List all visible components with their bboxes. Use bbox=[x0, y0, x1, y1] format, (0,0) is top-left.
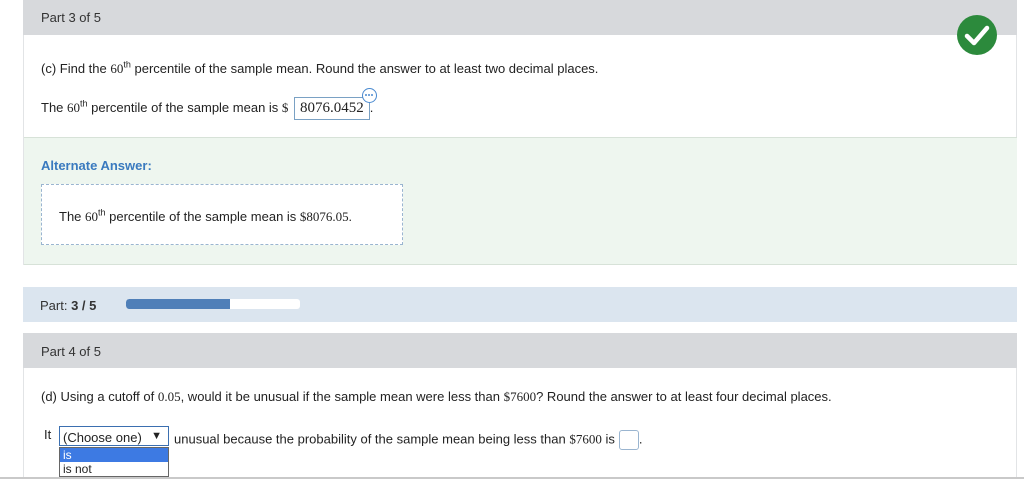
check-circle-icon bbox=[957, 15, 997, 55]
alternate-answer-title: Alternate Answer: bbox=[41, 158, 152, 173]
alternate-answer-box: The 60th percentile of the sample mean i… bbox=[41, 184, 403, 245]
part-progress: Part: 3 / 5 bbox=[23, 287, 1017, 322]
dropdown-arrow-icon: ▼ bbox=[151, 430, 162, 442]
more-options-icon[interactable] bbox=[361, 88, 377, 103]
part4-title: Part 4 of 5 bbox=[41, 344, 101, 359]
probability-input[interactable] bbox=[618, 430, 639, 450]
progress-bar bbox=[126, 299, 300, 309]
part3-title: Part 3 of 5 bbox=[41, 10, 101, 25]
option-is[interactable]: is bbox=[60, 448, 168, 462]
part4-answer-text: unusual because the probability of the s… bbox=[174, 430, 642, 450]
part3-question: (c) Find the 60th percentile of the samp… bbox=[41, 59, 599, 76]
option-is-not[interactable]: is not bbox=[60, 462, 168, 476]
choice-dropdown-list: is is not bbox=[59, 447, 169, 477]
part4-question: (d) Using a cutoff of 0.05, would it be … bbox=[41, 389, 832, 404]
part3-header: Part 3 of 5 bbox=[23, 0, 1017, 35]
usual-choice-select[interactable]: (Choose one) ▼ bbox=[59, 426, 169, 446]
progress-bar-fill bbox=[126, 299, 231, 309]
select-value: (Choose one) bbox=[63, 430, 142, 445]
progress-label: Part: 3 / 5 bbox=[40, 298, 97, 313]
part4-answer-lead: It bbox=[44, 427, 52, 442]
part3-answer-line: The 60th percentile of the sample mean i… bbox=[41, 88, 377, 120]
alternate-answer-text: The 60th percentile of the sample mean i… bbox=[59, 207, 352, 224]
part4-body bbox=[23, 368, 1017, 479]
part3-answer-field[interactable]: 8076.0452 bbox=[294, 88, 377, 120]
part4-header: Part 4 of 5 bbox=[23, 333, 1017, 368]
